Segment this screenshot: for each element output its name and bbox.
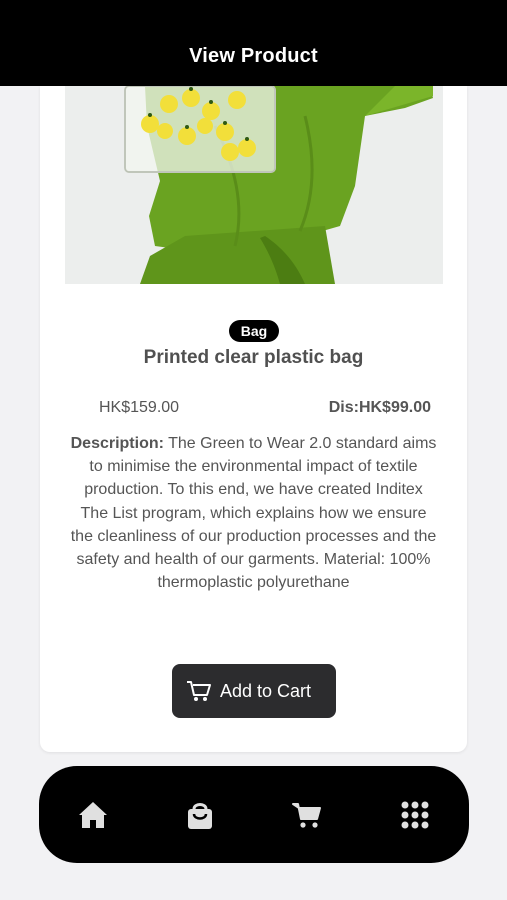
shopping-bag-icon[interactable] [182,797,218,833]
add-to-cart-label: Add to Cart [220,681,312,701]
product-description: Description: The Green to Wear 2.0 stand… [70,432,437,594]
add-to-cart-button[interactable]: Add to Cart [172,664,336,718]
description-label: Description: [70,435,164,452]
grid-menu-icon[interactable] [397,797,433,833]
product-image [65,86,443,284]
original-price: HK$159.00 [99,399,180,416]
description-text: The Green to Wear 2.0 standard aims to m… [70,435,437,592]
home-icon[interactable] [75,797,111,833]
bottom-tab-bar [39,766,469,863]
discount-price: Dis:HK$99.00 [328,399,431,416]
category-badge: Bag [229,320,279,342]
cart-tab-icon[interactable] [289,797,325,833]
header-bar: View Product [0,0,507,86]
product-name: Printed clear plastic bag [143,347,364,368]
cart-icon [186,679,212,708]
product-card: Bag Printed clear plastic bag HK$159.00 … [40,86,467,752]
page-title: View Product [189,45,318,67]
